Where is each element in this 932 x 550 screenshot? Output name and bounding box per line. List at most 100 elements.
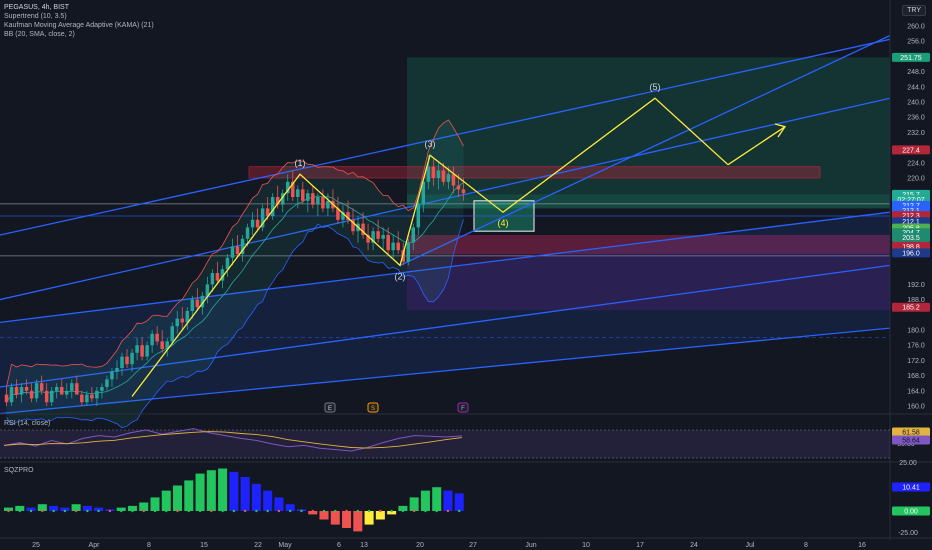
candle-body — [235, 246, 240, 254]
price-tick: 176.0 — [907, 343, 925, 350]
symbol-title: PEGASUS, 4h, BIST — [4, 4, 69, 11]
candle-body — [39, 383, 44, 391]
candle-body — [180, 318, 185, 323]
price-tick: 260.0 — [907, 24, 925, 31]
sqz-bar — [240, 477, 250, 511]
wave-label: (5) — [650, 82, 661, 92]
event-marker: S — [367, 402, 379, 413]
price-tick: 168.0 — [907, 373, 925, 380]
time-tick: 22 — [254, 542, 262, 549]
sqz-dot — [52, 509, 55, 513]
candle-body — [19, 387, 24, 395]
candle-body — [296, 189, 300, 197]
price-tick: 172.0 — [907, 358, 925, 365]
sqz-bar — [161, 490, 171, 511]
indicator-supertrend[interactable]: Supertrend (10, 3.5) — [4, 12, 154, 21]
sqz-dot — [379, 509, 382, 513]
wave-label: (2) — [395, 271, 406, 281]
time-tick: Jun — [525, 542, 536, 549]
time-tick: 27 — [469, 542, 477, 549]
sqz-dot — [424, 509, 427, 513]
sqz-dot — [412, 509, 416, 513]
candle-body — [381, 235, 385, 239]
sqz-bar — [150, 497, 160, 511]
rsi-label-text: 58.64 — [902, 438, 920, 445]
time-tick: Jul — [746, 542, 755, 549]
currency-badge[interactable]: TRY — [902, 5, 926, 16]
price-tick: 248.0 — [907, 69, 925, 76]
sqz-bar — [353, 511, 363, 532]
candle-body — [456, 185, 461, 190]
rsi-label: 61.58 — [892, 427, 930, 437]
sqz-title[interactable]: SQZPRO — [4, 466, 34, 475]
chart-canvas[interactable]: (1)(2)(3)(4)(5)E S F 260.0256.0248.0244.02… — [0, 0, 932, 550]
sqz-bar — [420, 490, 430, 511]
rsi-title[interactable]: RSI (14, close) — [4, 419, 50, 428]
candle — [260, 204, 265, 232]
wave-label: (1) — [295, 158, 306, 168]
candle-body — [110, 371, 114, 380]
candle-body — [85, 394, 89, 403]
candle-body — [195, 299, 200, 308]
candle-body — [90, 394, 94, 399]
candle-body — [391, 242, 395, 251]
candle-body — [54, 387, 59, 391]
sqz-bar — [443, 490, 453, 511]
price-tick: 160.0 — [907, 404, 925, 411]
sqz-dot — [187, 509, 190, 513]
candle-body — [230, 246, 235, 258]
time-tick: 15 — [200, 542, 208, 549]
time-tick: 13 — [360, 542, 368, 549]
sqz-label: 0.00 — [892, 506, 930, 516]
price-label: 185.2 — [892, 302, 930, 312]
candle-body — [441, 170, 446, 182]
event-label: E — [328, 406, 332, 412]
sqz-bar — [263, 490, 273, 511]
candle-body — [316, 197, 320, 205]
sqz-dot — [255, 509, 258, 513]
price-label-text: 203.5 — [902, 235, 920, 242]
candle-body — [431, 166, 436, 178]
price-label: 196.0 — [892, 248, 930, 258]
time-tick: 6 — [337, 542, 341, 549]
sqz-dot — [266, 509, 269, 513]
candle-body — [416, 204, 421, 228]
candle-body — [396, 242, 400, 251]
sqz-bar — [319, 511, 329, 520]
candle-body — [321, 197, 325, 209]
sqz-bar — [375, 511, 385, 520]
time-tick: 8 — [147, 542, 151, 549]
event-label: S — [371, 406, 375, 412]
candle-body — [215, 273, 220, 281]
sqz-bar — [409, 497, 419, 511]
sqz-dot — [119, 509, 123, 513]
sqz-dot — [446, 509, 450, 513]
sqz-bar — [184, 480, 194, 511]
sqz-dot — [210, 509, 213, 513]
candle-body — [426, 166, 431, 182]
price-label-text: 185.2 — [902, 305, 920, 312]
sqz-bar — [206, 470, 216, 511]
price-tick: 240.0 — [907, 100, 925, 107]
candle-body — [4, 394, 9, 403]
sqz-dot — [232, 509, 236, 513]
sqz-bar — [229, 471, 239, 511]
candle-body — [135, 345, 139, 353]
sqz-dot — [277, 509, 281, 513]
sqz-label-text: 10.41 — [902, 485, 920, 492]
sqz-dot — [86, 509, 89, 513]
event-marker: F — [457, 402, 469, 413]
time-tick: 25 — [32, 542, 40, 549]
indicator-kama[interactable]: Kaufman Moving Average Adaptive (KAMA) (… — [4, 21, 154, 30]
candle-body — [411, 227, 416, 243]
sqz-dot — [401, 509, 405, 513]
price-label-text: 227.4 — [902, 147, 920, 154]
candle-body — [190, 299, 195, 311]
sqz-dot — [63, 509, 67, 513]
sqz-dot — [334, 509, 337, 513]
rsi-label: 58.64 — [892, 435, 930, 445]
sqz-dot — [198, 509, 202, 513]
indicator-bb[interactable]: BB (20, SMA, close, 2) — [4, 30, 154, 39]
candle-body — [125, 356, 129, 365]
sqz-dot — [322, 509, 326, 513]
